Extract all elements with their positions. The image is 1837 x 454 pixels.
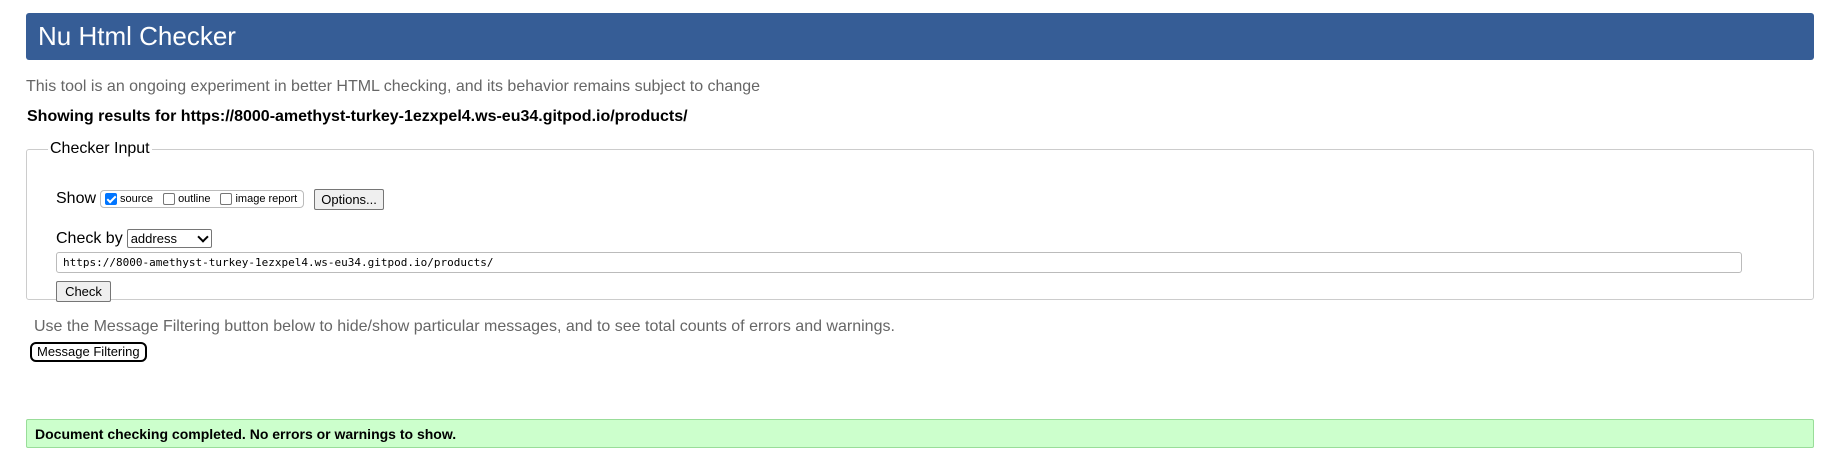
header-bar: Nu Html Checker	[26, 13, 1814, 60]
option-outline[interactable]: outline	[163, 193, 210, 205]
check-by-value: address	[130, 231, 177, 246]
image-report-checkbox[interactable]	[220, 193, 233, 205]
options-button[interactable]: Options...	[314, 188, 384, 210]
show-label: Show	[56, 190, 97, 207]
message-filtering-button[interactable]: Message Filtering	[30, 342, 147, 362]
option-source-label: source	[120, 193, 154, 205]
page: Nu Html Checker This tool is an ongoing …	[0, 0, 1837, 454]
show-row: Show source outline image report Options…	[56, 188, 384, 210]
page-title: Nu Html Checker	[38, 21, 236, 51]
chevron-down-icon	[197, 230, 209, 243]
checker-input-legend: Checker Input	[50, 140, 150, 157]
check-by-label: Check by	[56, 229, 123, 247]
option-outline-label: outline	[178, 193, 211, 205]
outline-checkbox[interactable]	[163, 193, 176, 205]
checker-input-fieldset: Checker Input Show source outline image …	[26, 140, 1814, 302]
option-image-report[interactable]: image report	[220, 193, 297, 205]
source-checkbox[interactable]	[105, 193, 118, 205]
check-by-row: Check by address	[56, 229, 212, 248]
results-for-heading: Showing results for https://8000-amethys…	[27, 108, 688, 125]
intro-text: This tool is an ongoing experiment in be…	[26, 78, 761, 95]
check-by-select[interactable]: address	[126, 229, 212, 248]
url-input[interactable]: https://8000-amethyst-turkey-1ezxpel4.ws…	[56, 252, 1742, 273]
check-button[interactable]: Check	[56, 281, 111, 302]
status-message: Document checking completed. No errors o…	[26, 419, 1814, 448]
show-options-group: source outline image report	[100, 190, 305, 208]
option-source[interactable]: source	[105, 193, 153, 205]
option-image-report-label: image report	[235, 193, 298, 205]
filtering-note: Use the Message Filtering button below t…	[34, 318, 895, 335]
